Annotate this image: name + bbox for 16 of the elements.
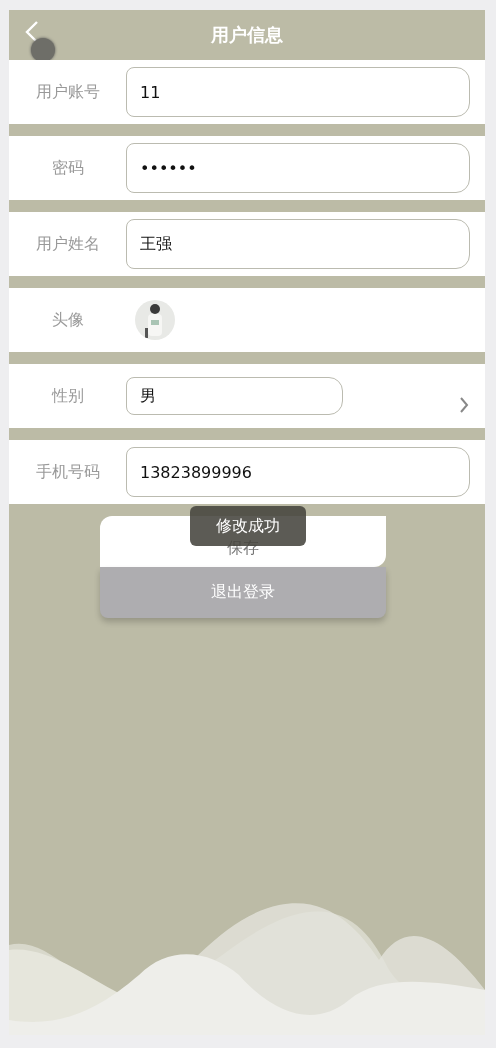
input-field[interactable]: 王强 — [126, 219, 470, 269]
field-label: 性别 — [50, 385, 85, 407]
field-label: 手机号码 — [34, 461, 101, 483]
select-field[interactable]: 男 — [126, 377, 343, 415]
page-title: 用户信息 — [211, 23, 283, 47]
input-field[interactable]: 13823899996 — [126, 447, 470, 497]
field-label: 用户姓名 — [34, 233, 101, 255]
field-label: 用户账号 — [34, 81, 101, 103]
field-label: 头像 — [50, 309, 85, 331]
toast: 修改成功 — [190, 506, 306, 546]
input-field[interactable]: •••••• — [126, 143, 470, 193]
chevron-right-icon[interactable] — [459, 397, 469, 413]
touch-indicator — [31, 38, 55, 62]
field-label: 密码 — [50, 157, 85, 179]
back-icon[interactable] — [25, 20, 39, 44]
input-field[interactable]: 11 — [126, 67, 470, 117]
